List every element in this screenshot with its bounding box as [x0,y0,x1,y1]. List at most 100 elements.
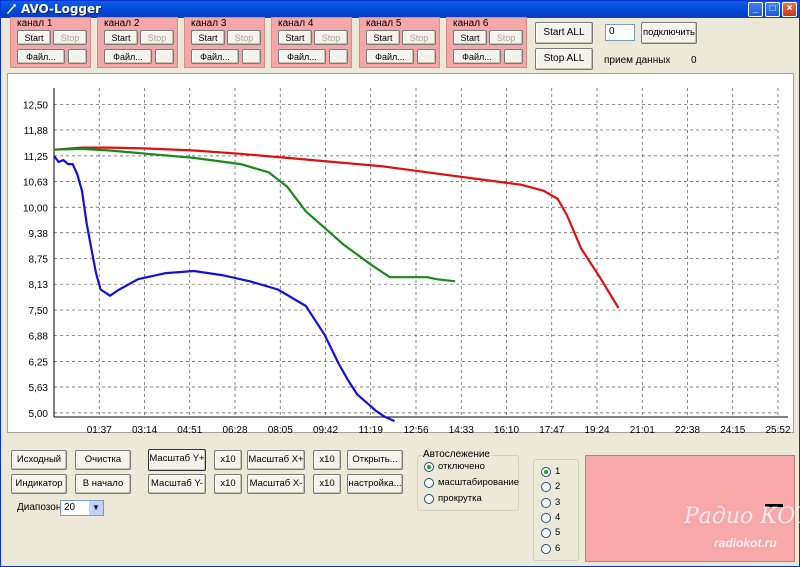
channel-panel-1: канал 1 Start Stop Файл... [10,17,91,68]
clear-button[interactable]: Очистка [75,450,131,470]
channel-file-button[interactable]: Файл... [17,49,65,64]
x-tick-label: 24:15 [720,425,745,434]
range-select[interactable]: 20 ▼ [60,500,104,516]
minimize-icon[interactable]: _ [748,2,763,17]
channel-label: канал 5 [366,18,402,29]
to-start-button[interactable]: В начало [75,474,131,494]
title-bar[interactable]: AVO-Logger _ □ × [1,1,799,18]
port-input[interactable]: 0 [605,24,635,41]
y-tick-label: 5,63 [29,383,49,394]
x-tick-label: 25:52 [765,425,790,434]
channel-file-button[interactable]: Файл... [278,49,326,64]
channel-stop-button[interactable]: Stop [227,30,261,45]
channel-color-button[interactable] [242,49,261,64]
channel-file-button[interactable]: Файл... [104,49,152,64]
y-plus-x10-button[interactable]: x10 [214,450,242,470]
channel-start-button[interactable]: Start [453,30,487,45]
channel-stop-button[interactable]: Stop [140,30,174,45]
app-window: AVO-Logger _ □ × канал 1 Start Stop Файл...… [0,0,800,567]
channel-panel-3: канал 3 Start Stop Файл... [184,17,265,68]
series-line-3 [53,155,395,423]
channel-file-button[interactable]: Файл... [453,49,501,64]
scale-y-plus-button[interactable]: Масштаб Y+ [148,449,206,471]
channel-label: канал 3 [191,18,227,29]
channel-stop-button[interactable]: Stop [402,30,436,45]
connect-button[interactable]: подключить [641,22,697,44]
range-value: 20 [64,502,76,513]
track-radio-2[interactable] [424,478,434,488]
channel-color-button[interactable] [417,49,436,64]
x-tick-label: 14:33 [449,425,474,434]
channel-panel-5: канал 5 Start Stop Файл... [359,17,440,68]
channel-panel-4: канал 4 Start Stop Файл... [271,17,352,68]
channel-option-label: 1 [555,466,561,477]
y-tick-label: 5,00 [29,409,49,420]
track-radio-1[interactable] [424,462,434,472]
y-tick-label: 10,63 [23,177,48,188]
y-minus-x10-button[interactable]: x10 [214,474,242,494]
scale-x-plus-button[interactable]: Масштаб X+ [247,450,305,470]
channel-option-label: 3 [555,496,561,508]
window-title: AVO-Logger [21,2,102,16]
channel-start-button[interactable]: Start [104,30,138,45]
track-option-label: отключено [438,461,485,472]
channel-start-button[interactable]: Start [278,30,312,45]
channel-radio-4[interactable] [541,512,551,523]
y-tick-label: 9,38 [29,229,49,240]
channel-panel-2: канал 2 Start Stop Файл... [97,17,178,68]
chart-area[interactable]: 12,50 11,88 11,25 10,63 10,00 9,38 8,75 8,13 7,5… [7,73,794,436]
open-button[interactable]: Открыть... [347,450,403,470]
scale-x-minus-button[interactable]: Масштаб X- [247,474,305,494]
channel-panel-6: канал 6 Start Stop Файл... [446,17,527,68]
channel-option-label: 5 [555,527,561,539]
x-tick-label: 06:28 [222,425,247,434]
reset-button[interactable]: Исходный [11,450,67,470]
y-tick-label: 8,75 [29,255,49,266]
channel-stop-button[interactable]: Stop [489,30,523,45]
stop-all-button[interactable]: Stop ALL [535,48,593,70]
y-tick-label: 6,25 [29,357,49,368]
channel-color-button[interactable] [504,49,523,64]
channel-file-button[interactable]: Файл... [191,49,239,64]
settings-button[interactable]: настройка... [347,474,403,494]
maximize-icon[interactable]: □ [765,2,780,17]
channel-label: канал 6 [453,18,489,29]
close-icon[interactable]: × [782,2,797,17]
channel-color-button[interactable] [155,49,174,64]
chevron-down-icon[interactable]: ▼ [89,501,103,515]
y-tick-label: 10,00 [23,203,48,214]
watermark-title: Радио КОТ [684,504,800,529]
channel-radio-6[interactable] [541,543,551,554]
indicator-panel: Радио КОТ radiokot.ru [585,455,800,562]
watermark-url: radiokot.ru [714,536,777,550]
track-option-label: масштабирование [438,477,520,488]
y-tick-label: 6,88 [29,332,49,343]
range-label: Диапозон [17,502,62,513]
channel-stop-button[interactable]: Stop [314,30,348,45]
channel-option-label: 2 [555,481,561,493]
y-tick-label: 7,50 [29,306,49,317]
channel-start-button[interactable]: Start [366,30,400,45]
channel-radio-3[interactable] [541,497,551,508]
track-radio-3[interactable] [424,494,434,504]
channel-radio-1[interactable] [541,467,551,477]
channel-option-label: 4 [555,511,561,523]
y-tick-label: 11,25 [24,152,49,163]
x-tick-label: 17:47 [539,425,564,434]
x-tick-label: 01:37 [87,425,112,434]
x-plus-x10-button[interactable]: x10 [313,450,341,470]
scale-y-minus-button[interactable]: Масштаб Y- [148,474,206,494]
channel-start-button[interactable]: Start [17,30,51,45]
x-tick-label: 16:10 [494,425,519,434]
rx-label: прием данных [604,55,671,66]
y-tick-label: 12,50 [23,100,48,111]
app-icon [7,4,16,14]
channel-color-button[interactable] [329,49,348,64]
channel-color-button[interactable] [68,49,87,64]
x-minus-x10-button[interactable]: x10 [313,474,341,494]
channel-start-button[interactable]: Start [191,30,225,45]
channel-file-button[interactable]: Файл... [366,49,414,64]
start-all-button[interactable]: Start ALL [535,22,593,44]
indicator-button[interactable]: Индикатор [11,474,67,494]
channel-stop-button[interactable]: Stop [53,30,87,45]
